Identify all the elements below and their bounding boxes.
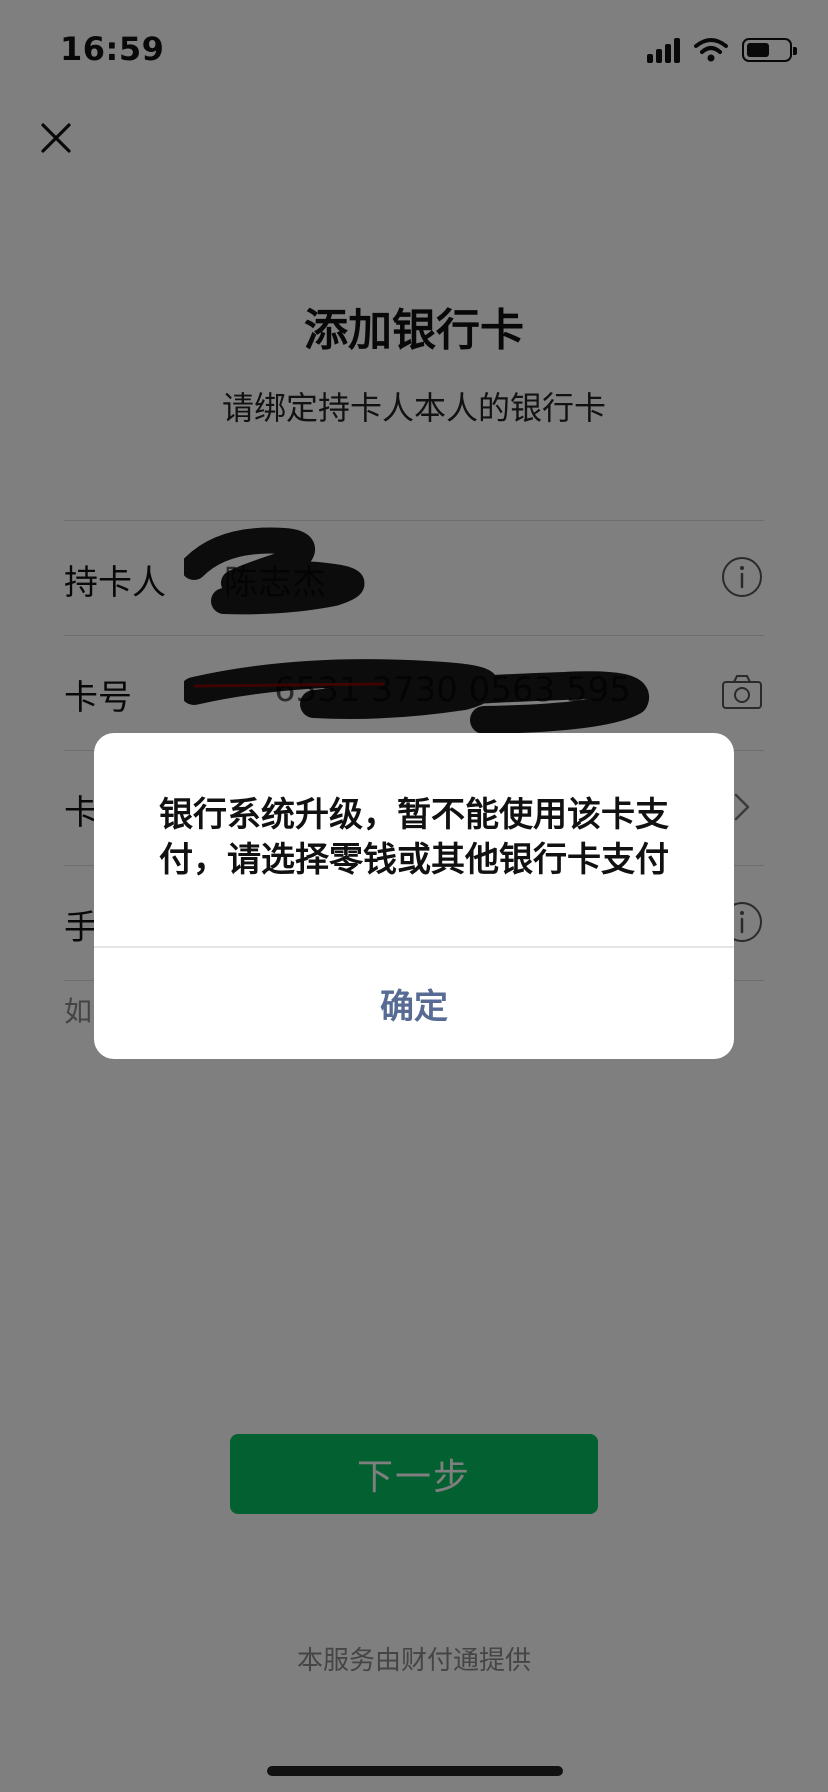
confirm-button[interactable]: 确定 (94, 947, 734, 1059)
home-indicator[interactable] (267, 1766, 563, 1776)
dialog-message: 银行系统升级，暂不能使用该卡支付，请选择零钱或其他银行卡支付 (159, 795, 669, 880)
alert-dialog: 银行系统升级，暂不能使用该卡支付，请选择零钱或其他银行卡支付 确定 (94, 733, 734, 1059)
